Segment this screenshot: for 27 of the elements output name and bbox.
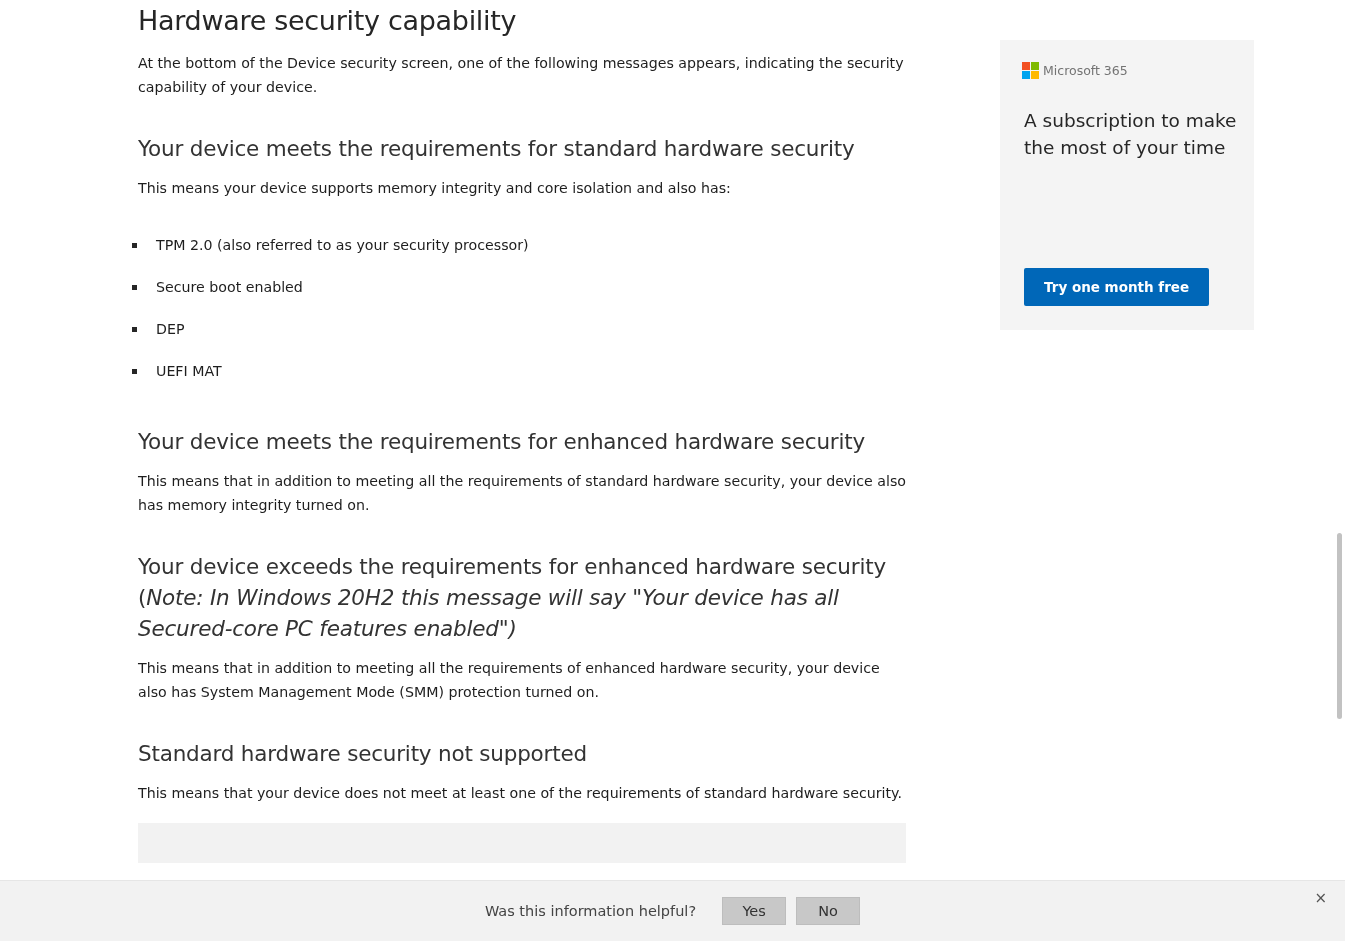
bullet-icon (132, 326, 137, 332)
logo-icon (1022, 62, 1039, 79)
section-paragraph: This means that your device does not meet at least one of the requirements of standard hardware security. (138, 784, 903, 803)
bullet-icon (132, 242, 137, 248)
section-heading: Standard hardware security not supported (138, 740, 588, 768)
list-item: DEP (156, 321, 185, 337)
feedback-button[interactable]: No (796, 897, 861, 925)
list-item: TPM 2.0 (also referred to as your security processor) (156, 237, 529, 253)
brand-name: Microsoft 365 (1043, 63, 1128, 78)
feedback-button[interactable]: Yes (722, 897, 787, 925)
bullet-icon (132, 284, 137, 290)
section-paragraph: This means your device supports memory integrity and core isolation and also has: (138, 179, 732, 198)
scrollbar-thumb[interactable] (1337, 533, 1342, 719)
section-heading: Your device meets the requirements for enhanced hardware security (138, 428, 867, 456)
trial-button[interactable]: Try one month free (1024, 268, 1210, 306)
bullet-icon (132, 368, 137, 374)
section-heading: Your device meets the requirements for standard hardware security (138, 135, 856, 163)
page-title: Hardware security capability (138, 4, 518, 38)
intro-paragraph: At the bottom of the Device security screen, one of the following messages appears, indicating the security capability of your device. (138, 54, 905, 97)
feedback-question: Was this information helpful? (484, 903, 697, 919)
list-item: UEFI MAT (156, 363, 222, 379)
section-paragraph: This means that in addition to meeting all the requirements of enhanced hardware security, your device also has System Management Mode (SMM) protection turned on. (138, 659, 881, 702)
close-button[interactable]: × (1310, 889, 1331, 907)
section-heading: Your device exceeds the requirements for enhanced hardware security (Note: In Windows 20H2 this message will say "Your device has all Secured-core PC features enabled") (138, 553, 887, 643)
list-item: Secure boot enabled (156, 279, 303, 295)
section-paragraph: This means that in addition to meeting all the requirements of standard hardware security, your device also has memory integrity turned on. (138, 472, 907, 515)
ad-headline: A subscription to make the most of your time (1023, 109, 1238, 160)
